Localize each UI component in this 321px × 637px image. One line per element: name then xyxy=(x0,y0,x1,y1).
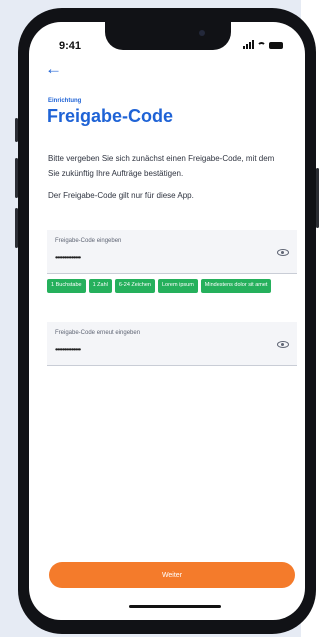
requirement-chip: 1 Zahl xyxy=(88,279,112,293)
app-note-text: Der Freigabe-Code gilt nur für diese App… xyxy=(48,191,194,200)
battery-icon xyxy=(269,42,283,49)
signal-icon xyxy=(243,40,254,49)
code-input-value[interactable]: •••••••••••••• xyxy=(55,253,81,262)
eye-icon[interactable] xyxy=(277,249,289,256)
power-button xyxy=(316,168,319,228)
page-title: Freigabe-Code xyxy=(47,106,174,126)
app-screen: 9:41 ← Einrichtung Freigabe-Code Bitte v… xyxy=(29,22,305,620)
requirement-chip: Lorem ipsum xyxy=(157,279,198,293)
home-indicator xyxy=(129,605,221,608)
back-arrow-icon[interactable]: ← xyxy=(45,60,62,77)
wifi-icon xyxy=(257,42,266,49)
code-input-field[interactable]: Freigabe-Code eingeben •••••••••••••• xyxy=(47,230,297,274)
status-icons xyxy=(243,40,283,49)
confirm-code-input-label: Freigabe-Code erneut eingeben xyxy=(55,330,141,336)
status-time: 9:41 xyxy=(59,40,82,52)
front-camera xyxy=(199,30,205,36)
confirm-code-input-field[interactable]: Freigabe-Code erneut eingeben ••••••••••… xyxy=(47,322,297,366)
confirm-code-input-value[interactable]: •••••••••••••• xyxy=(55,345,81,354)
requirements-list: 1 Buchstabe 1 Zahl 6-24 Zeichen Lorem ip… xyxy=(47,279,287,293)
continue-button[interactable]: Weiter xyxy=(49,562,295,588)
eye-icon[interactable] xyxy=(277,341,289,348)
requirement-chip: Mindestens dolor sit amet xyxy=(200,279,272,293)
code-input-label: Freigabe-Code eingeben xyxy=(55,238,122,244)
description-text: Bitte vergeben Sie sich zunächst einen F… xyxy=(48,154,275,178)
volume-down-button xyxy=(15,208,18,248)
volume-up-button xyxy=(15,158,18,198)
notch xyxy=(105,22,231,50)
requirement-chip: 1 Buchstabe xyxy=(47,279,86,293)
mute-switch xyxy=(15,118,18,142)
requirement-chip: 6-24 Zeichen xyxy=(114,279,155,293)
page-eyebrow: Einrichtung xyxy=(48,98,82,104)
